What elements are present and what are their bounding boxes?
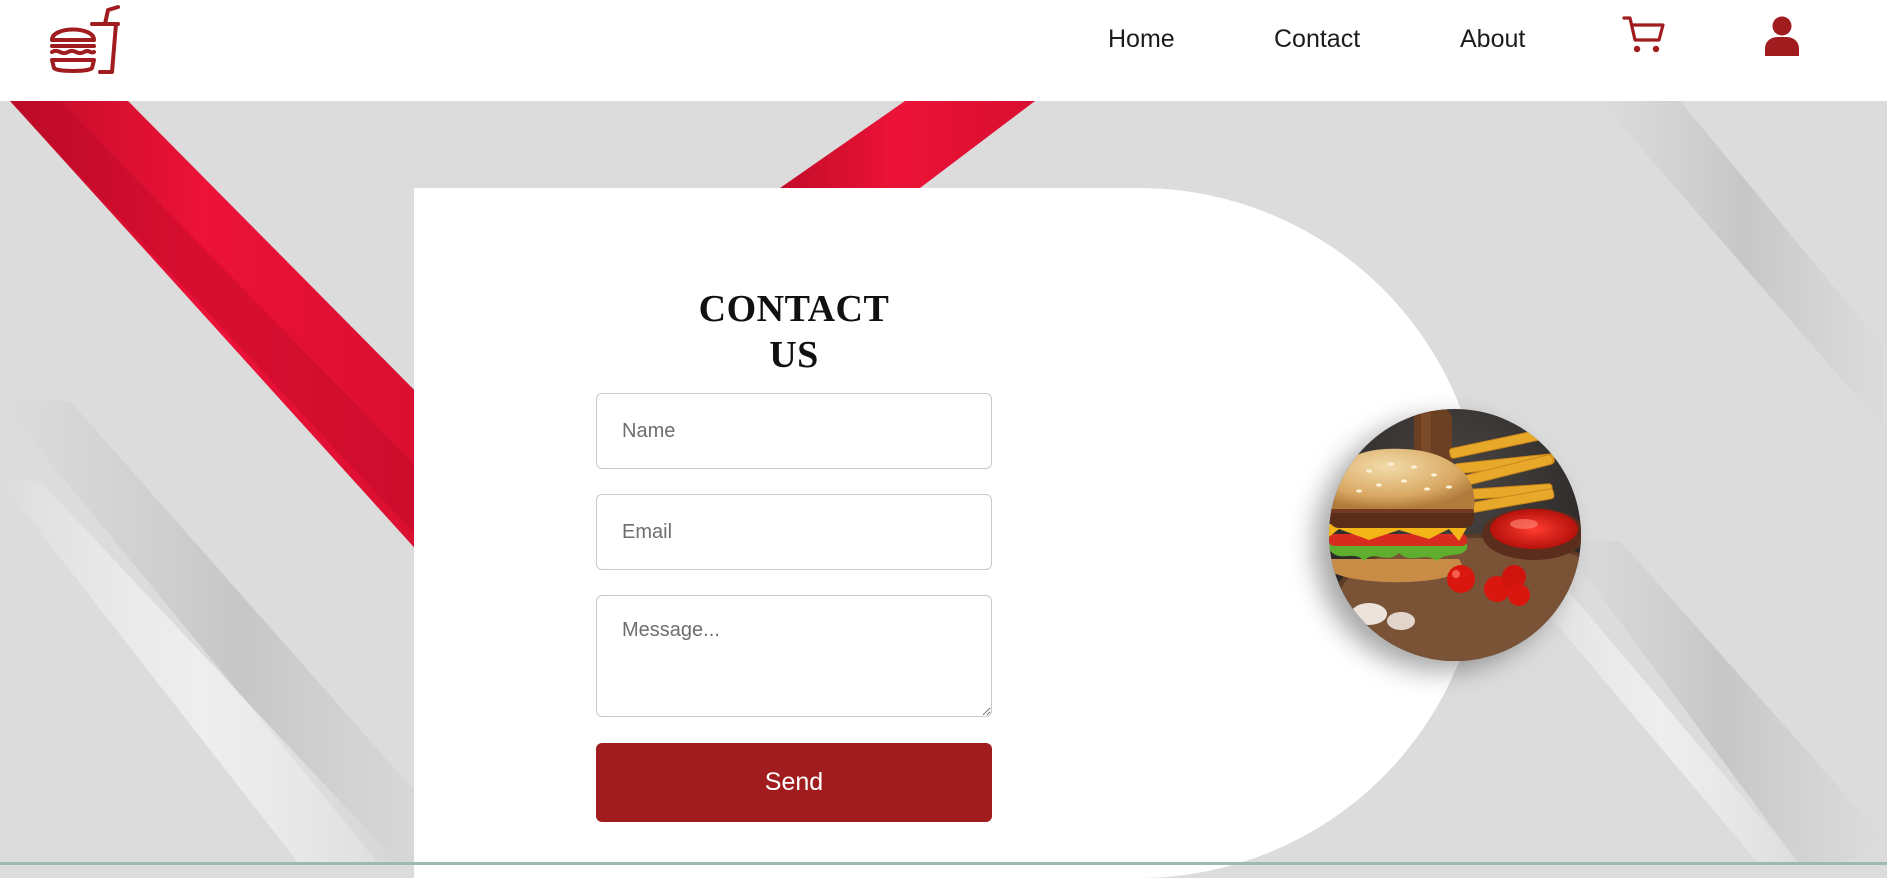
user-icon[interactable] — [1763, 16, 1801, 56]
message-textarea[interactable] — [596, 595, 992, 717]
cart-icon[interactable] — [1622, 15, 1666, 55]
send-button[interactable]: Send — [596, 743, 992, 822]
email-input[interactable] — [596, 494, 992, 570]
site-header: Home Contact About — [0, 0, 1887, 101]
burger-drink-logo-icon[interactable] — [48, 2, 126, 76]
nav-about-link[interactable]: About — [1460, 24, 1525, 54]
burger-fries-photo — [1329, 409, 1581, 661]
nav-contact-link[interactable]: Contact — [1274, 24, 1360, 54]
contact-title: CONTACT US — [698, 288, 890, 376]
nav-home-link[interactable]: Home — [1108, 24, 1175, 54]
name-input[interactable] — [596, 393, 992, 469]
